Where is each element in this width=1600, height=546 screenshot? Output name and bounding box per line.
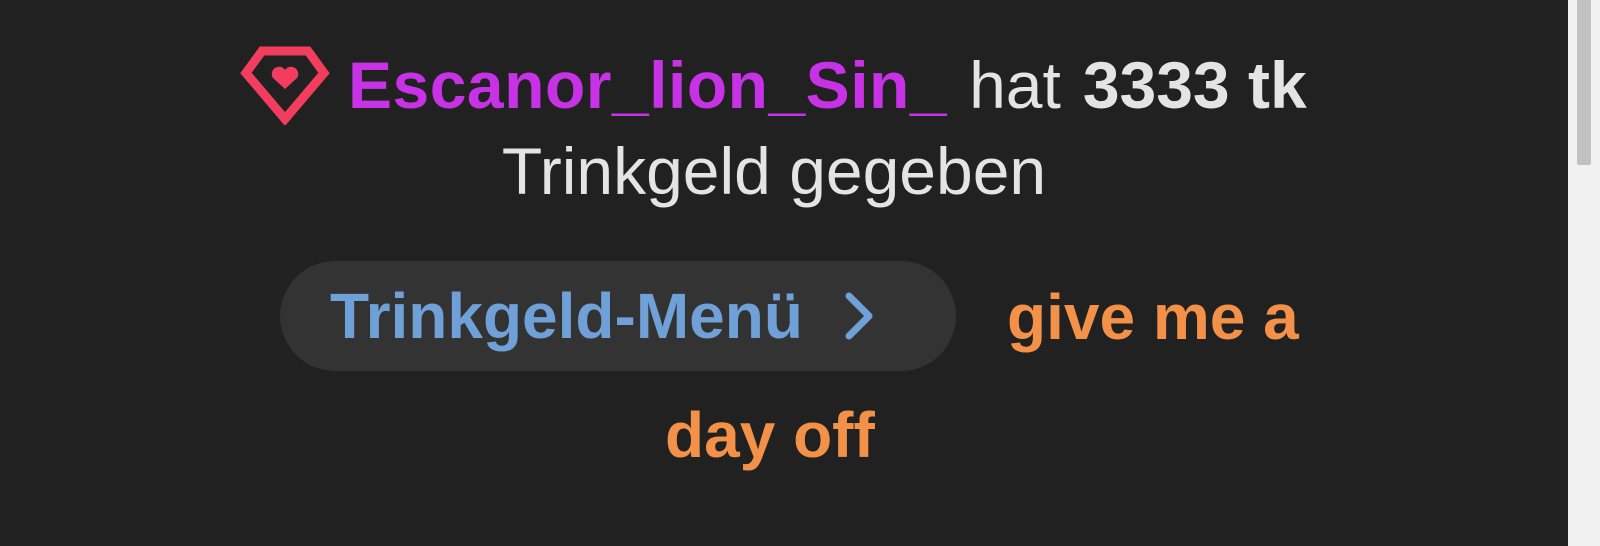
tipper-username[interactable]: Escanor_lion_Sin_: [348, 47, 947, 123]
tip-note-line-2: day off: [665, 399, 875, 471]
tip-menu-label: Trinkgeld-Menü: [330, 280, 803, 352]
tip-line-1: Escanor_lion_Sin_ hat 3333 tk: [240, 40, 1307, 130]
tip-text-given: Trinkgeld gegeben: [501, 134, 1047, 208]
tip-menu-button[interactable]: Trinkgeld-Menü: [280, 261, 956, 371]
tip-amount: 3333 tk: [1082, 48, 1307, 122]
tip-heart-icon: [240, 43, 330, 127]
tip-line-2: Trinkgeld gegeben: [0, 133, 1568, 209]
tip-note-line-1: give me a: [1007, 281, 1299, 353]
page: Escanor_lion_Sin_ hat 3333 tk Trinkgeld …: [0, 0, 1600, 546]
chevron-right-icon: [839, 286, 879, 346]
scrollbar-thumb[interactable]: [1577, 0, 1591, 165]
tip-text-hat: hat: [969, 48, 1061, 122]
tip-notification: Escanor_lion_Sin_ hat 3333 tk Trinkgeld …: [0, 0, 1568, 546]
